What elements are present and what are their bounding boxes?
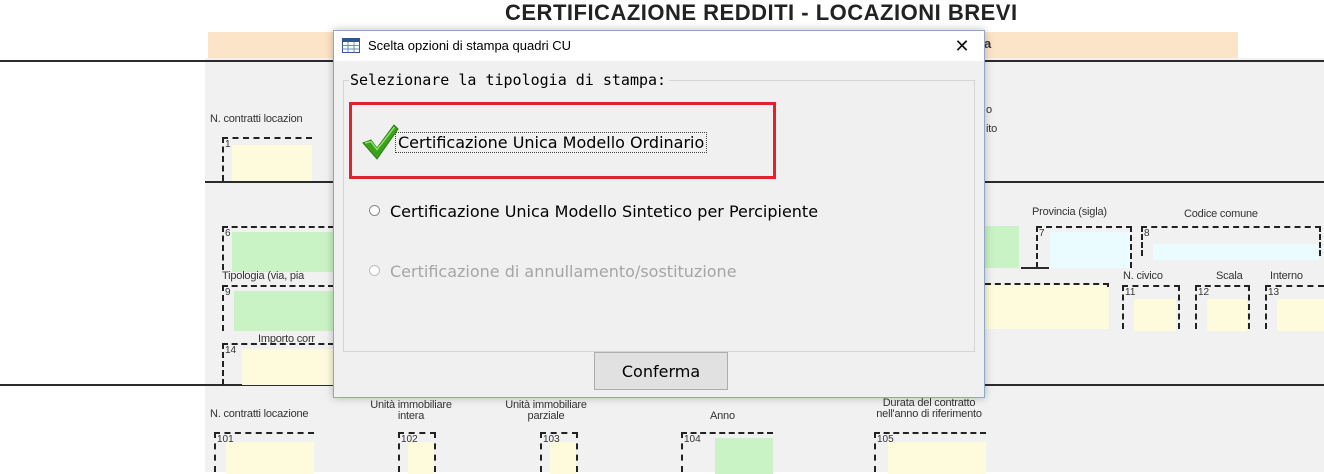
field-14[interactable]: 14	[222, 343, 336, 385]
field-13[interactable]: 13	[1265, 285, 1324, 331]
green-checkmark-icon	[360, 121, 400, 161]
field-6-continuation	[985, 226, 1019, 268]
dialog-titlebar: Scelta opzioni di stampa quadri CU ✕	[334, 31, 984, 61]
field-7[interactable]: 7	[1036, 226, 1132, 268]
field-102[interactable]: 102	[398, 432, 436, 474]
field-10-continuation	[985, 285, 1109, 329]
field-103[interactable]: 103	[540, 432, 578, 474]
confirm-button[interactable]: Conferma	[594, 352, 728, 390]
field-9[interactable]: 9	[222, 285, 336, 331]
field-10-border	[985, 283, 1109, 287]
field-8[interactable]: 8	[1141, 226, 1321, 260]
header-label-fragment-2: ito	[986, 123, 998, 135]
interno-label: Interno	[1270, 270, 1303, 282]
close-icon: ✕	[954, 36, 970, 56]
option-modello-sintetico[interactable]: Certificazione Unica Modello Sintetico p…	[369, 202, 818, 221]
field-1[interactable]: 1	[222, 137, 312, 181]
option-annullamento-sostituzione[interactable]: Certificazione di annullamento/sostituzi…	[369, 262, 737, 281]
option-modello-ordinario[interactable]: Certificazione Unica Modello Ordinario	[374, 132, 708, 153]
form-header-fragment: a	[984, 36, 992, 51]
codice-comune-label: Codice comune	[1184, 208, 1258, 220]
unita-intera-label: Unità immobiliare intera	[370, 399, 452, 422]
scala-label: Scala	[1216, 270, 1243, 282]
table-window-icon	[342, 38, 360, 53]
option-label: Certificazione Unica Modello Sintetico p…	[390, 202, 819, 221]
option-label: Certificazione di annullamento/sostituzi…	[390, 262, 737, 281]
anno-label: Anno	[710, 410, 735, 422]
option-label: Certificazione Unica Modello Ordinario	[395, 132, 708, 153]
n-civico-label: N. civico	[1123, 270, 1163, 282]
radio-button	[369, 265, 380, 276]
n-contratti-locazione-label: N. contratti locazione	[210, 408, 309, 420]
durata-label: Durata del contratto nell'anno di riferim…	[876, 397, 982, 420]
field-104[interactable]: 104	[681, 432, 773, 474]
header-label-fragment-1: o	[986, 104, 992, 116]
groupbox-legend: Selezionare la tipologia di stampa:	[349, 71, 670, 89]
close-button[interactable]: ✕	[940, 31, 984, 61]
field-6[interactable]: 6	[222, 226, 336, 272]
form-title: CERTIFICAZIONE REDDITI - LOCAZIONI BREVI	[505, 0, 1018, 24]
field-7-underline	[1021, 267, 1049, 269]
field-12[interactable]: 12	[1195, 285, 1250, 331]
field-101[interactable]: 101	[214, 432, 314, 474]
n-contratti-label: N. contratti locazion	[210, 113, 303, 125]
field-105[interactable]: 105	[874, 432, 986, 474]
unita-parziale-label: Unità immobiliare parziale	[505, 399, 587, 422]
dialog-title: Scelta opzioni di stampa quadri CU	[368, 38, 572, 53]
field-11[interactable]: 11	[1122, 285, 1180, 331]
radio-button	[369, 205, 380, 216]
provincia-label: Provincia (sigla)	[1032, 206, 1107, 218]
tipologia-label: Tipologia (via, pia	[222, 270, 305, 282]
